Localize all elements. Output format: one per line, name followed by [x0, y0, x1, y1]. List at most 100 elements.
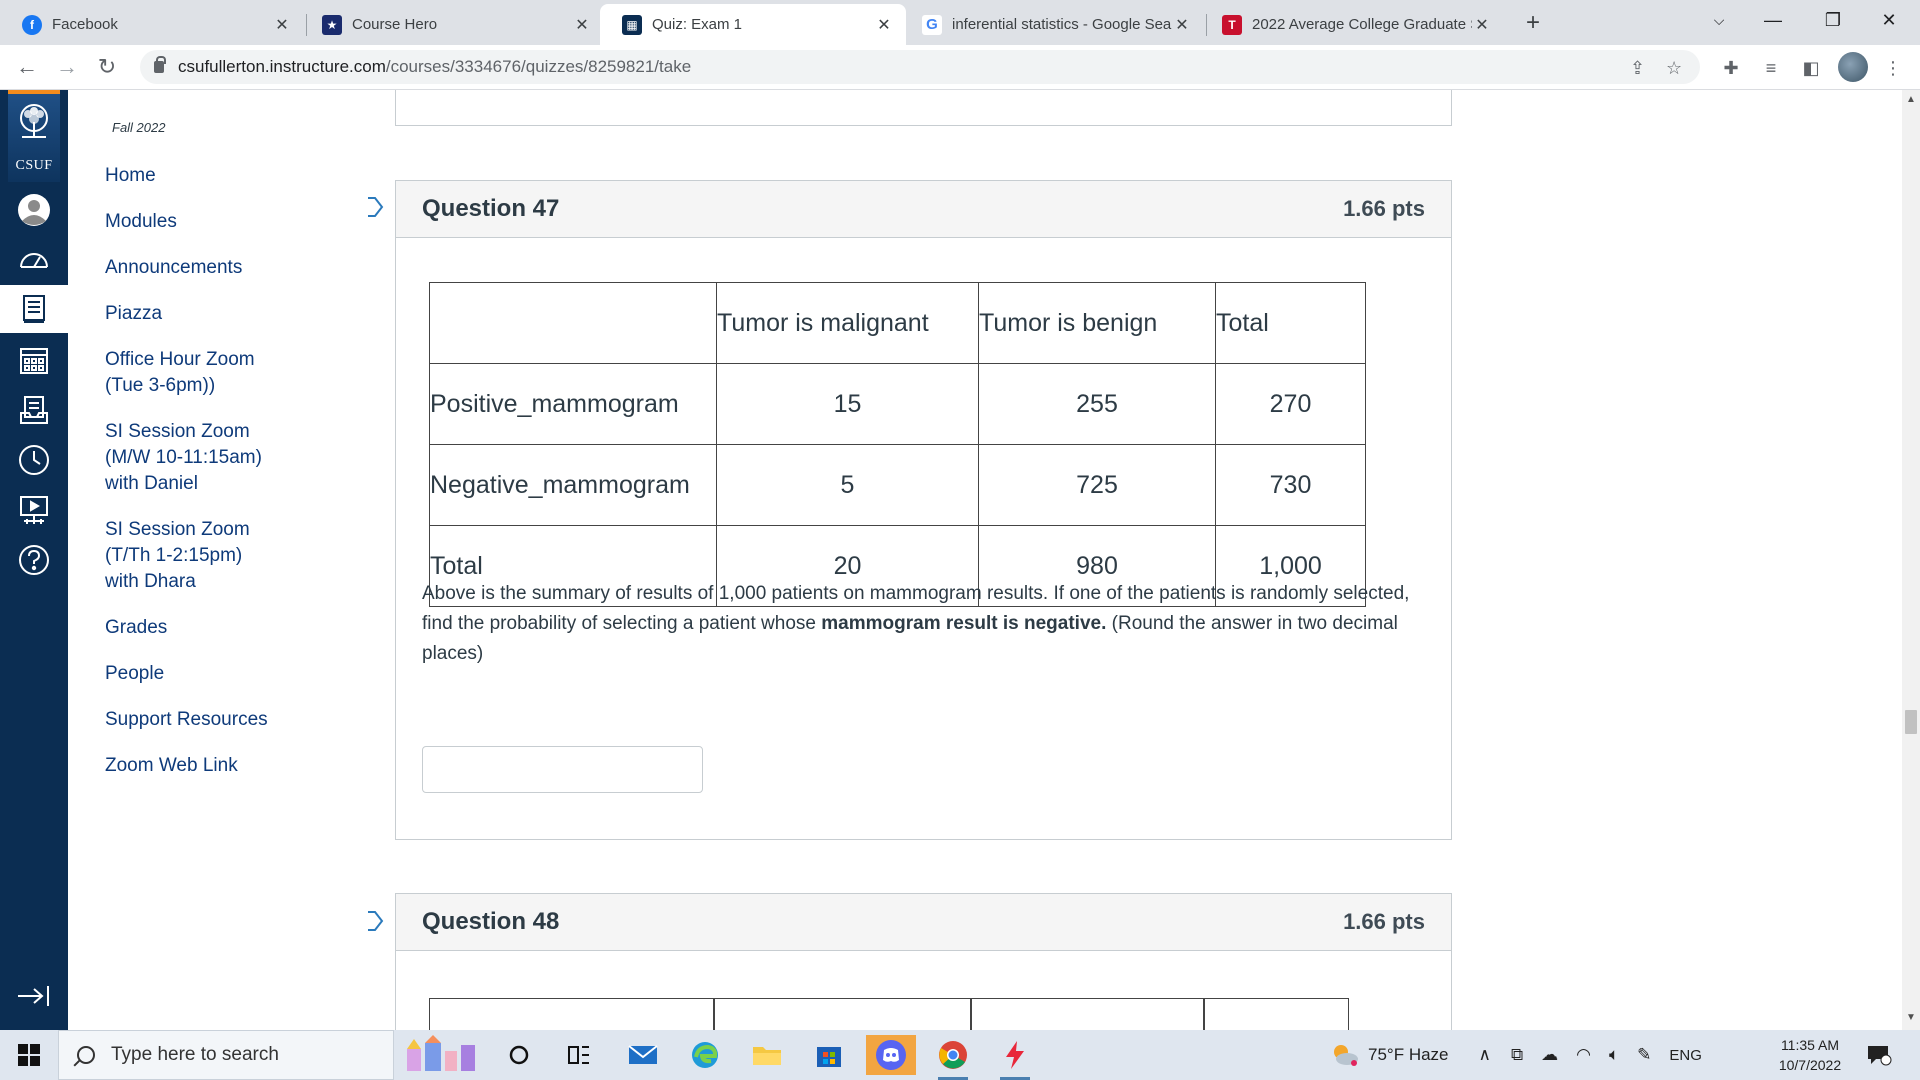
tab-quiz-exam[interactable]: ▦ Quiz: Exam 1 ✕ — [600, 4, 906, 45]
chrome-icon[interactable] — [928, 1035, 978, 1080]
history-icon[interactable] — [14, 440, 54, 480]
course-nav-office-hour-zoom[interactable]: Office Hour Zoom (Tue 3-6pm)) — [105, 347, 285, 399]
profile-avatar[interactable] — [1838, 52, 1868, 82]
scroll-thumb[interactable] — [1905, 710, 1917, 734]
minimize-icon[interactable]: — — [1750, 4, 1796, 36]
page-scrollbar[interactable]: ▲ ▼ — [1902, 90, 1920, 1030]
help-icon[interactable] — [14, 540, 54, 580]
restore-icon[interactable]: ❐ — [1810, 4, 1856, 36]
discord-icon[interactable] — [866, 1035, 916, 1075]
table-header-cell — [429, 282, 717, 364]
search-highlight-image[interactable] — [394, 1035, 490, 1075]
tab-facebook[interactable]: f Facebook ✕ — [0, 4, 304, 45]
tab-title: 2022 Average College Graduate S — [1252, 16, 1472, 33]
course-nav-people[interactable]: People — [105, 661, 164, 687]
extensions-icon[interactable]: ✚ — [1718, 55, 1744, 81]
volume-icon[interactable]: 🔈︎ — [1609, 1045, 1619, 1065]
scroll-down-icon[interactable]: ▼ — [1906, 1012, 1916, 1023]
weather-icon[interactable] — [1330, 1042, 1360, 1068]
table-column-border — [970, 999, 972, 1030]
table-cell: 255 — [978, 363, 1216, 445]
course-nav-modules[interactable]: Modules — [105, 209, 177, 235]
course-nav-si-session-dhara[interactable]: SI Session Zoom (T/Th 1-2:15pm) with Dha… — [105, 517, 275, 595]
forward-icon[interactable]: → — [52, 52, 82, 82]
question-header: Question 47 1.66 pts — [396, 181, 1451, 238]
pen-icon[interactable]: ✎ — [1637, 1045, 1651, 1065]
show-hidden-icons-icon[interactable]: ∧ — [1479, 1045, 1491, 1065]
clock-time: 11:35 AM — [1780, 1037, 1840, 1053]
close-tab-icon[interactable]: ✕ — [572, 15, 592, 35]
inbox-icon[interactable] — [14, 390, 54, 430]
calendar-icon[interactable] — [14, 340, 54, 380]
studio-icon[interactable] — [14, 490, 54, 530]
onedrive-icon[interactable]: ☁ — [1541, 1045, 1558, 1065]
mail-icon[interactable] — [618, 1035, 668, 1075]
url-path: /courses/3334676/quizzes/8259821/take — [385, 57, 692, 76]
course-nav-si-session-daniel[interactable]: SI Session Zoom (M/W 10-11:15am) with Da… — [105, 419, 285, 497]
address-bar[interactable]: csufullerton.instructure.com/courses/333… — [140, 50, 1700, 84]
course-nav-support-resources[interactable]: Support Resources — [105, 707, 268, 733]
taskbar-search[interactable]: Type here to search — [58, 1030, 394, 1080]
menu-icon[interactable]: ⋮ — [1880, 55, 1906, 81]
question-points: 1.66 pts — [1343, 909, 1425, 934]
edge-icon[interactable] — [680, 1035, 730, 1075]
facebook-icon: f — [22, 14, 42, 35]
csuf-logo[interactable]: CSUF — [8, 90, 60, 182]
browser-toolbar: ← → ↻ csufullerton.instructure.com/cours… — [0, 45, 1920, 90]
taskbar-clock[interactable]: 11:35 AM 10/7/2022 — [1770, 1035, 1850, 1075]
task-view-icon[interactable] — [554, 1035, 604, 1075]
close-tab-icon[interactable]: ✕ — [874, 15, 894, 35]
new-tab-button[interactable]: + — [1516, 6, 1550, 40]
question-title: Question 47 — [422, 195, 560, 222]
file-explorer-icon[interactable] — [742, 1035, 792, 1075]
account-icon[interactable] — [14, 190, 54, 230]
microsoft-store-icon[interactable] — [804, 1035, 854, 1075]
weather-text[interactable]: 75°F Haze — [1368, 1045, 1449, 1065]
course-hero-icon: ★ — [322, 14, 342, 35]
table-column-border — [713, 999, 715, 1030]
courses-icon[interactable] — [14, 289, 54, 329]
flag-question-icon[interactable] — [368, 910, 384, 932]
close-window-icon[interactable]: ✕ — [1866, 4, 1912, 36]
windows-start-button[interactable] — [0, 1030, 58, 1080]
close-tab-icon[interactable]: ✕ — [1172, 15, 1192, 35]
search-placeholder: Type here to search — [111, 1044, 279, 1065]
close-tab-icon[interactable]: ✕ — [1472, 15, 1492, 35]
tab-google-search[interactable]: G inferential statistics - Google Sea ✕ — [900, 4, 1204, 45]
bookmark-star-icon[interactable]: ☆ — [1666, 58, 1682, 79]
url-domain: csufullerton.instructure.com — [178, 57, 386, 76]
reading-list-icon[interactable]: ≡ — [1758, 55, 1784, 81]
close-tab-icon[interactable]: ✕ — [272, 15, 292, 35]
tab-course-hero[interactable]: ★ Course Hero ✕ — [300, 4, 604, 45]
course-nav-piazza[interactable]: Piazza — [105, 301, 162, 327]
table-row: Positive_mammogram 15 255 270 — [429, 363, 1366, 445]
notification-icon[interactable] — [1866, 1044, 1892, 1066]
course-nav-home[interactable]: Home — [105, 163, 156, 189]
google-icon: G — [922, 14, 942, 35]
answer-input[interactable] — [422, 746, 703, 793]
meet-now-icon[interactable]: ⧉ — [1511, 1045, 1523, 1065]
scroll-up-icon[interactable]: ▲ — [1906, 94, 1916, 105]
power-automate-icon[interactable] — [990, 1035, 1040, 1080]
wifi-icon[interactable]: ◠ — [1576, 1045, 1591, 1065]
tab-search-icon[interactable]: ⌵ — [1696, 4, 1742, 36]
side-panel-icon[interactable]: ◧ — [1798, 55, 1824, 81]
course-navigation: Fall 2022 Home Modules Announcements Pia… — [68, 90, 368, 1030]
t-icon: T — [1222, 14, 1242, 35]
flag-question-icon[interactable] — [368, 196, 384, 218]
dashboard-icon[interactable] — [14, 240, 54, 280]
lock-icon — [154, 56, 166, 73]
share-icon[interactable]: ⇪ — [1630, 58, 1645, 79]
question-header: Question 48 1.66 pts — [396, 894, 1451, 951]
language-indicator[interactable]: ENG — [1669, 1047, 1702, 1064]
course-nav-zoom-web-link[interactable]: Zoom Web Link — [105, 753, 238, 779]
tab-college-graduate[interactable]: T 2022 Average College Graduate S ✕ — [1200, 4, 1504, 45]
back-icon[interactable]: ← — [12, 52, 42, 82]
cortana-icon[interactable] — [494, 1035, 544, 1075]
browser-tab-bar: f Facebook ✕ ★ Course Hero ✕ ▦ Quiz: Exa… — [0, 0, 1920, 45]
url-text[interactable]: csufullerton.instructure.com/courses/333… — [178, 57, 691, 77]
course-nav-grades[interactable]: Grades — [105, 615, 167, 641]
collapse-nav-icon[interactable] — [14, 978, 54, 1014]
course-nav-announcements[interactable]: Announcements — [105, 255, 242, 281]
reload-icon[interactable]: ↻ — [92, 52, 122, 82]
